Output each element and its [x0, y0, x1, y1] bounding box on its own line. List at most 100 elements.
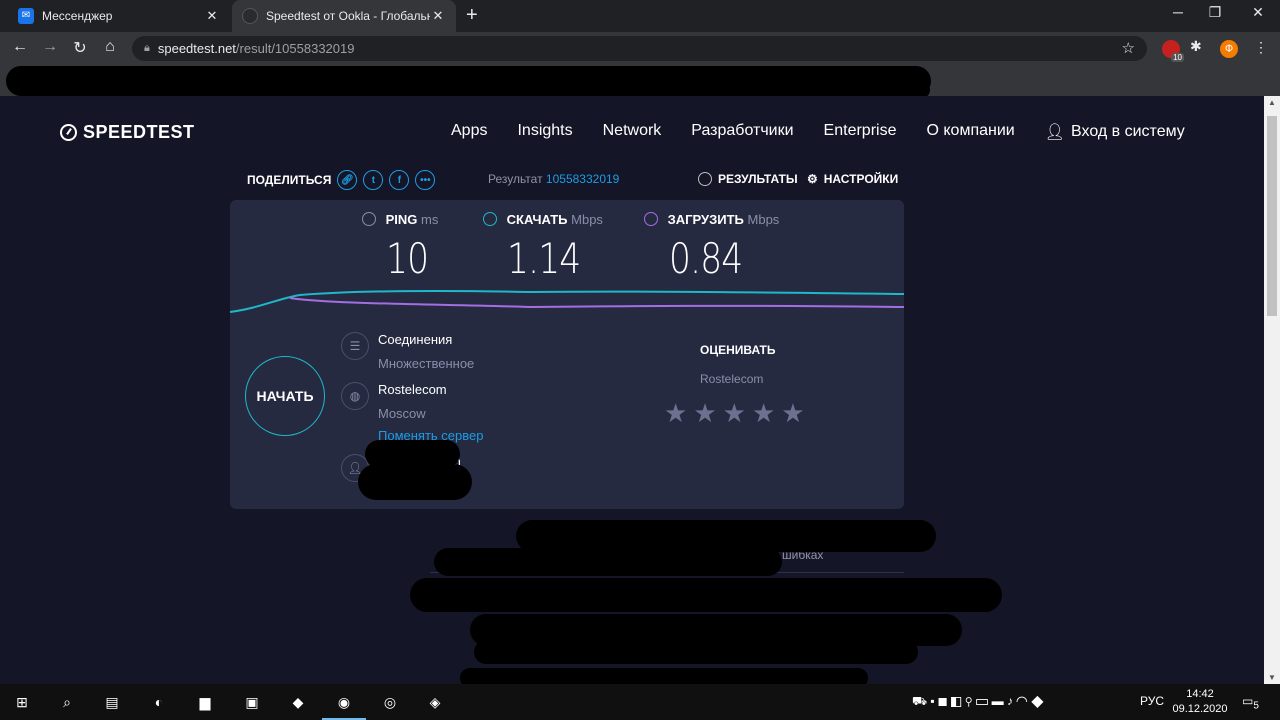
nav-insights[interactable]: Insights [517, 122, 572, 142]
restore-icon[interactable]: ❐ [1205, 4, 1225, 21]
tab-messenger[interactable]: ✉ Мессенджер ✕ [8, 0, 230, 32]
close-icon[interactable]: ✕ [430, 8, 446, 24]
star-icon[interactable]: ★ [752, 398, 775, 429]
menu-icon[interactable]: ⋮ [1254, 39, 1268, 56]
gear-icon: ⚙ [807, 172, 818, 186]
upload-value: 0.84 [669, 234, 743, 283]
minimize-icon[interactable]: ─ [1168, 4, 1188, 20]
search-icon[interactable]: ⌕ [55, 690, 79, 714]
top-navigation: Apps Insights Network Разработчики Enter… [451, 122, 1185, 142]
server-isp: Rostelecom [378, 382, 447, 397]
star-icon[interactable]: ★ [664, 398, 687, 429]
extension-icon[interactable]: 10 [1162, 40, 1184, 62]
ping-value: 10 [386, 234, 429, 283]
speedtest-page: SPEEDTEST Apps Insights Network Разработ… [0, 96, 1264, 684]
settings-tab[interactable]: ⚙ НАСТРОЙКИ [807, 172, 898, 186]
forward-icon[interactable]: → [40, 38, 60, 56]
download-header: СКАЧАТЬ Mbps [483, 212, 603, 227]
link-icon[interactable]: 🔗︎ [337, 170, 358, 190]
speed-graph [230, 290, 904, 313]
time: 14:42 [1186, 688, 1214, 700]
windows-taskbar: ⊞ ⌕ ▤ ◐ ▆ ▣ ◆ ◉ ◎ ◈ ⛟ ▪ ◼ ◧ ⚲ ▭ ▬ ♪ ◠ ◆ … [0, 684, 1280, 720]
tray-icons[interactable]: ⛟ ▪ ◼ ◧ ⚲ ▭ ▬ ♪ ◠ ◆ [912, 694, 1044, 710]
close-icon[interactable]: ✕ [204, 8, 220, 24]
scroll-thumb[interactable] [1267, 116, 1277, 316]
notification-icon[interactable]: ▭5 [1242, 694, 1259, 711]
address-bar[interactable]: 🔒︎ speedtest.net /result/10558332019 ☆ [132, 36, 1147, 61]
folder-icon[interactable]: ▆ [193, 690, 217, 714]
more-icon[interactable]: ••• [415, 170, 436, 190]
download-value: 1.14 [507, 234, 581, 283]
page-scrollbar[interactable]: ▲ ▼ [1264, 96, 1280, 684]
nav-enterprise[interactable]: Enterprise [824, 122, 897, 142]
teams-icon[interactable]: ◈ [423, 690, 447, 714]
upload-arrow-icon [644, 212, 658, 226]
app-icon[interactable]: ◆ [286, 690, 310, 714]
floppy-icon[interactable]: ▣ [240, 690, 264, 714]
upload-unit: Mbps [747, 212, 780, 227]
star-icon[interactable]: ★ [693, 398, 716, 429]
chrome-icon[interactable]: ◉ [322, 690, 366, 720]
scroll-up-icon[interactable]: ▲ [1268, 98, 1276, 107]
result-number[interactable]: 10558332019 [546, 172, 619, 186]
nav-developers[interactable]: Разработчики [691, 122, 793, 142]
rate-provider: Rostelecom [700, 372, 764, 386]
nav-about[interactable]: О компании [926, 122, 1014, 142]
lock-icon: 🔒︎ [144, 42, 150, 54]
start-button[interactable]: НАЧАТЬ [245, 356, 325, 436]
steam-icon[interactable]: ◎ [378, 690, 402, 714]
download-arrow-icon [483, 212, 497, 226]
url-host: speedtest.net [157, 41, 236, 56]
new-tab-button[interactable]: + [466, 4, 478, 27]
extension-badge: 10 [1171, 53, 1184, 62]
speedtest-logo[interactable]: SPEEDTEST [60, 122, 195, 143]
result-panel: PING ms 10 СКАЧАТЬ Mbps 1.14 ЗАГРУЗИТЬ M… [230, 200, 904, 509]
result-id: Результат 10558332019 [488, 172, 619, 186]
bookmarks-bar [0, 64, 1280, 98]
bookmark-star-icon[interactable]: ☆ [1122, 39, 1135, 57]
globe-icon: ◍ [341, 382, 369, 410]
app-icon[interactable]: ◐ [147, 690, 171, 714]
facebook-icon[interactable]: f [389, 170, 410, 190]
browser-toolbar: ← → ↻ ⌂ 🔒︎ speedtest.net /result/1055833… [0, 32, 1280, 64]
ping-label: PING [385, 212, 418, 227]
reload-icon[interactable]: ↻ [70, 38, 90, 58]
profile-avatar[interactable]: Ф [1220, 40, 1238, 58]
rate-title: ОЦЕНИВАТЬ [700, 343, 776, 357]
tab-title: Мессенджер [42, 9, 113, 23]
clock[interactable]: 14:42 09.12.2020 [1170, 687, 1230, 717]
window-close-icon[interactable]: ✕ [1248, 4, 1268, 21]
star-icon[interactable]: ★ [723, 398, 746, 429]
tab-speedtest[interactable]: Speedtest от Ookla - Глобальный ✕ [232, 0, 456, 32]
scroll-down-icon[interactable]: ▼ [1268, 673, 1276, 682]
check-circle-icon [698, 172, 712, 186]
result-label: Результат [488, 172, 543, 186]
nav-apps[interactable]: Apps [451, 122, 487, 142]
redaction [358, 464, 472, 500]
back-icon[interactable]: ← [10, 38, 30, 56]
upload-header: ЗАГРУЗИТЬ Mbps [644, 212, 779, 227]
upload-label: ЗАГРУЗИТЬ [667, 212, 744, 227]
results-tab[interactable]: РЕЗУЛЬТАТЫ [698, 172, 798, 186]
share-label: ПОДЕЛИТЬСЯ [247, 173, 332, 187]
speedtest-icon [242, 8, 258, 24]
server-city: Moscow [378, 406, 426, 421]
nav-network[interactable]: Network [603, 122, 662, 142]
upload-curve [289, 297, 904, 309]
windows-start-icon[interactable]: ⊞ [10, 690, 34, 714]
logo-text: SPEEDTEST [83, 122, 195, 142]
login-link[interactable]: 👤︎ Вход в систему [1045, 122, 1185, 142]
messenger-icon: ✉ [18, 8, 34, 24]
download-unit: Mbps [571, 212, 603, 227]
ping-icon [362, 212, 376, 226]
task-view-icon[interactable]: ▤ [100, 690, 124, 714]
language-indicator[interactable]: РУС [1140, 694, 1164, 708]
connections-title: Соединения [378, 332, 453, 347]
browser-tab-strip: ✉ Мессенджер ✕ Speedtest от Ookla - Глоб… [0, 0, 1280, 32]
star-icon[interactable]: ★ [781, 398, 804, 429]
notification-count: 5 [1253, 700, 1259, 712]
puzzle-icon[interactable]: ✱ [1190, 38, 1208, 56]
rating-stars[interactable]: ★ ★ ★ ★ ★ [664, 398, 805, 429]
twitter-icon[interactable]: t [363, 170, 384, 190]
home-icon[interactable]: ⌂ [100, 38, 120, 56]
